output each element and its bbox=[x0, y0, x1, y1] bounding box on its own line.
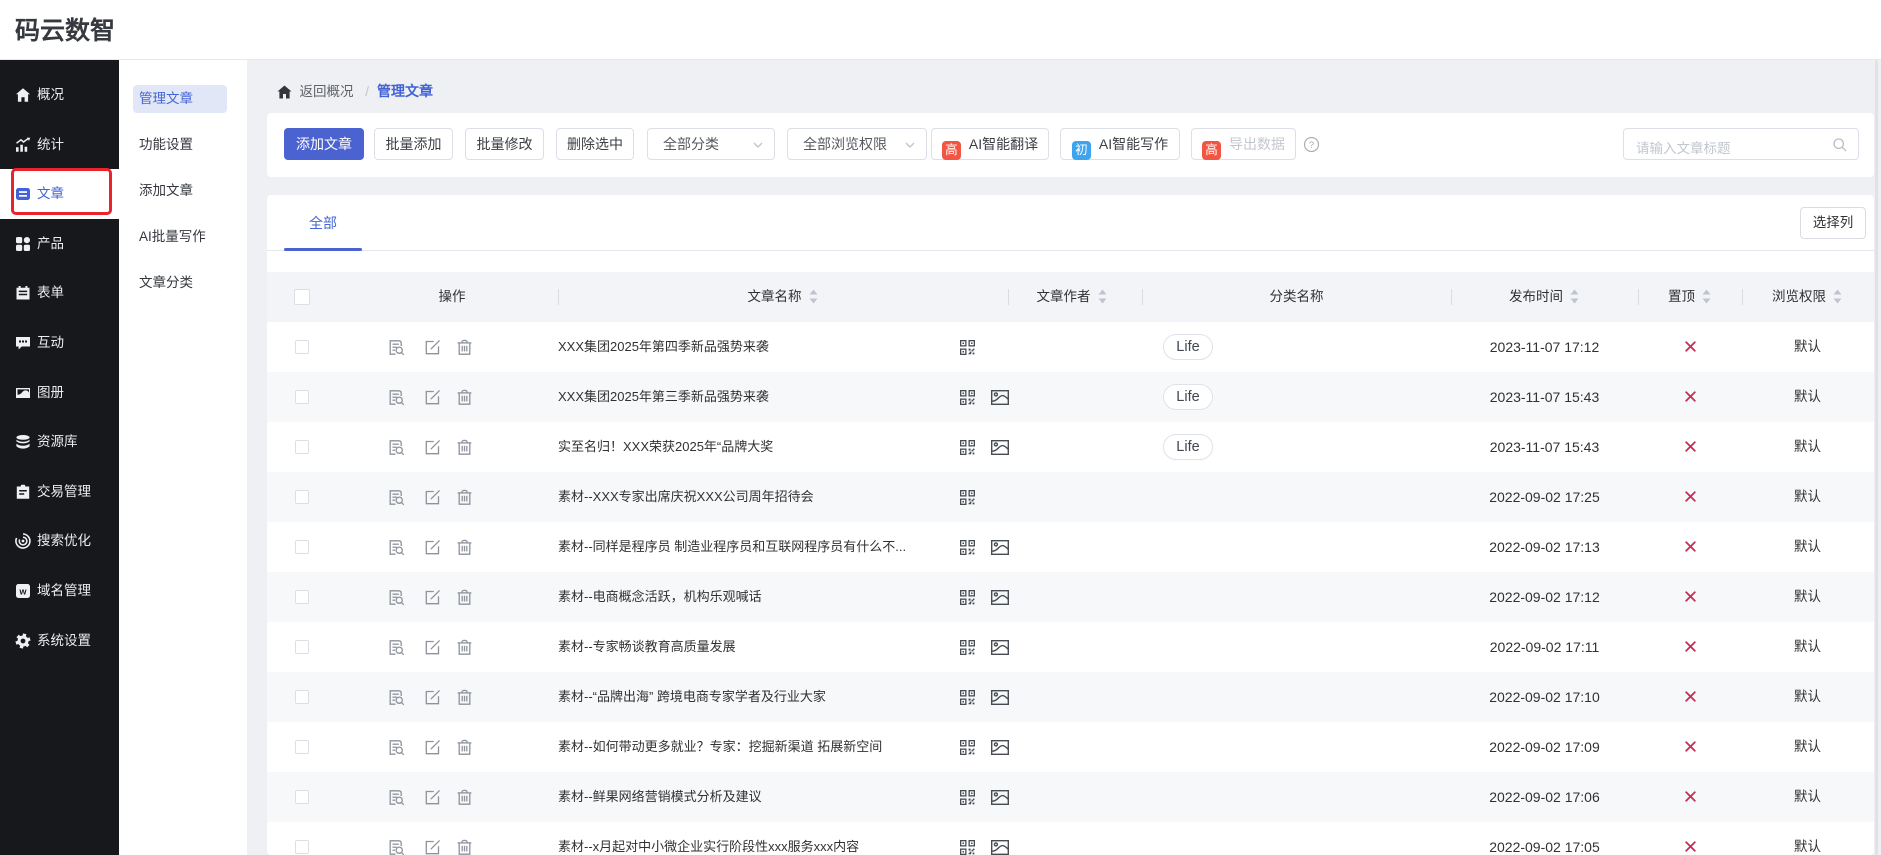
svg-text:w: w bbox=[18, 586, 27, 596]
svg-text:?: ? bbox=[1309, 140, 1314, 151]
